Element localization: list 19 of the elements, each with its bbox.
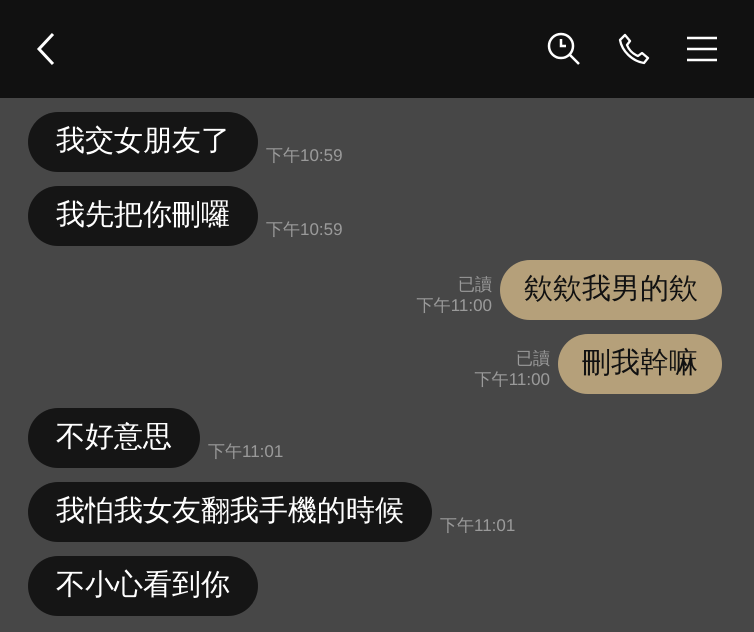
message-bubble: 我先把你刪囉 xyxy=(28,186,258,246)
message-bubble: 我怕我女友翻我手機的時候 xyxy=(28,482,432,542)
message-time: 下午11:01 xyxy=(208,440,284,462)
read-receipt: 已讀 xyxy=(458,274,492,295)
message-time: 下午11:00 xyxy=(474,368,550,390)
message-bubble: 不好意思 xyxy=(28,408,200,468)
menu-icon[interactable] xyxy=(686,35,718,63)
search-icon[interactable] xyxy=(546,31,582,67)
message-bubble: 刪我幹嘛 xyxy=(558,334,722,394)
message-bubble: 不小心看到你 xyxy=(28,556,258,616)
message-time: 下午10:59 xyxy=(266,218,343,240)
message-bubble: 欸欸我男的欸 xyxy=(500,260,722,320)
back-icon[interactable] xyxy=(36,32,56,66)
message-bubble: 我交女朋友了 xyxy=(28,112,258,172)
message-time: 下午11:00 xyxy=(416,294,492,316)
phone-icon[interactable] xyxy=(618,33,650,65)
read-receipt: 已讀 xyxy=(516,348,550,369)
message-time: 下午10:59 xyxy=(266,144,343,166)
message-time: 下午11:01 xyxy=(440,514,516,536)
